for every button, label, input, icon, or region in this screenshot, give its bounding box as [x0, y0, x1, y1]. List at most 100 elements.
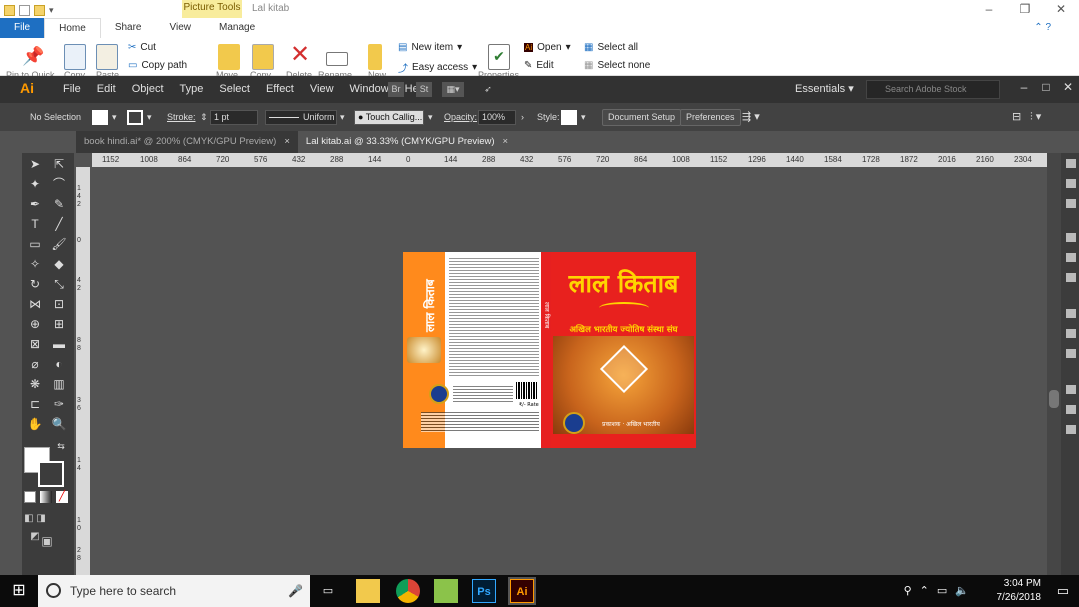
- edit-button[interactable]: ✎ Edit: [524, 60, 554, 71]
- menu-edit[interactable]: Edit: [89, 76, 124, 103]
- panel-toggle-icon[interactable]: ⊟: [1012, 103, 1021, 131]
- menu-file[interactable]: File: [55, 76, 89, 103]
- stock-icon[interactable]: St: [416, 82, 432, 97]
- tab-manage[interactable]: Manage: [205, 18, 269, 38]
- fill-dropdown-icon[interactable]: ▾: [112, 103, 117, 131]
- lasso-tool-icon[interactable]: ⌒: [48, 175, 70, 193]
- stroke-stepper-icon[interactable]: ⇕: [200, 103, 208, 131]
- artboard-book-cover[interactable]: लाल किताब ₹/- Rate लाल किताब लाल किताब अ…: [403, 252, 696, 448]
- new-folder-icon[interactable]: [34, 4, 45, 16]
- microphone-icon[interactable]: 🎤: [288, 575, 303, 607]
- people-icon[interactable]: ⚲: [904, 575, 912, 607]
- select-none-button[interactable]: ▦ Select none: [584, 60, 650, 71]
- color-panel-icon[interactable]: [1066, 159, 1076, 168]
- layers-panel-icon[interactable]: [1066, 405, 1076, 414]
- menu-type[interactable]: Type: [172, 76, 212, 103]
- ai-close-button[interactable]: ✕: [1057, 76, 1079, 98]
- curvature-tool-icon[interactable]: ✎: [48, 195, 70, 213]
- stroke-weight-input[interactable]: 1 pt: [210, 110, 258, 125]
- zoom-tool-icon[interactable]: 🔍: [48, 415, 70, 433]
- doc-tab-book-hindi[interactable]: book hindi.ai* @ 200% (CMYK/GPU Preview)…: [76, 131, 298, 153]
- volume-icon[interactable]: 🔈: [955, 575, 969, 607]
- magic-wand-tool-icon[interactable]: ✦: [24, 175, 46, 193]
- ai-maximize-button[interactable]: □: [1035, 76, 1057, 98]
- tab-home[interactable]: Home: [44, 18, 101, 38]
- symbol-sprayer-tool-icon[interactable]: ❋: [24, 375, 46, 393]
- easy-access-button[interactable]: ⤴ Easy access ▾: [398, 60, 477, 75]
- links-panel-icon[interactable]: [1066, 425, 1076, 434]
- menu-effect[interactable]: Effect: [258, 76, 302, 103]
- notepad-icon[interactable]: [434, 579, 458, 603]
- color-guide-icon[interactable]: [1066, 179, 1076, 188]
- new-item-button[interactable]: ▤ New item ▾: [398, 42, 462, 53]
- none-mode-icon[interactable]: ╱: [56, 491, 68, 503]
- open-button[interactable]: Ai Open ▾: [524, 42, 571, 53]
- chrome-icon[interactable]: [396, 579, 420, 603]
- symbols-panel-icon[interactable]: [1066, 253, 1076, 262]
- graphic-styles-icon[interactable]: [1066, 273, 1076, 282]
- stroke-dropdown-icon[interactable]: ▾: [147, 103, 152, 131]
- pen-tool-icon[interactable]: ✒: [24, 195, 46, 213]
- pin-icon[interactable]: 📌: [22, 46, 44, 72]
- swap-fill-stroke-icon[interactable]: ⇆: [50, 437, 72, 455]
- paintbrush-tool-icon[interactable]: 🖌: [48, 235, 70, 253]
- stock-search-input[interactable]: Search Adobe Stock: [866, 80, 1000, 99]
- menu-select[interactable]: Select: [211, 76, 258, 103]
- shape-builder-tool-icon[interactable]: ⊕: [24, 315, 46, 333]
- gpu-performance-icon[interactable]: ➶: [480, 82, 496, 97]
- column-graph-tool-icon[interactable]: ▥: [48, 375, 70, 393]
- copy-icon[interactable]: [64, 44, 86, 70]
- system-clock[interactable]: 3:04 PM 7/26/2018: [997, 577, 1042, 605]
- bridge-icon[interactable]: Br: [388, 82, 404, 97]
- slice-tool-icon[interactable]: ✑: [48, 395, 70, 413]
- scrollbar-thumb[interactable]: [1049, 390, 1059, 408]
- menu-view[interactable]: View: [302, 76, 342, 103]
- panel-menu-icon[interactable]: ⫶ ▾: [1030, 103, 1041, 131]
- photoshop-icon[interactable]: Ps: [472, 579, 496, 603]
- free-transform-tool-icon[interactable]: ⊡: [48, 295, 70, 313]
- scale-tool-icon[interactable]: ⤡: [48, 275, 70, 293]
- vertical-scrollbar[interactable]: [1047, 153, 1061, 575]
- help-icon[interactable]: ⌃ ?: [1034, 22, 1051, 33]
- illustrator-taskbar-icon[interactable]: Ai: [508, 577, 536, 605]
- copy-path-button[interactable]: ▭ Copy path: [128, 60, 187, 71]
- screen-mode-icon[interactable]: ▣: [36, 532, 58, 550]
- eyedropper-tool-icon[interactable]: ⌀: [24, 355, 46, 373]
- new-folder-large-icon[interactable]: [368, 44, 382, 70]
- file-explorer-icon[interactable]: [356, 579, 380, 603]
- close-button[interactable]: ✕: [1043, 0, 1079, 18]
- rename-icon[interactable]: [326, 52, 348, 66]
- hand-tool-icon[interactable]: ✋: [24, 415, 46, 433]
- close-icon[interactable]: ×: [503, 136, 509, 147]
- selection-tool-icon[interactable]: ➤: [24, 155, 46, 173]
- stroke-swatch[interactable]: [127, 110, 143, 125]
- cut-button[interactable]: ✂ Cut: [128, 42, 156, 53]
- opacity-input[interactable]: 100%: [478, 110, 516, 125]
- type-tool-icon[interactable]: T: [24, 215, 46, 233]
- delete-icon[interactable]: ✕: [290, 42, 312, 68]
- rectangle-tool-icon[interactable]: ▭: [24, 235, 46, 253]
- line-tool-icon[interactable]: ╱: [48, 215, 70, 233]
- artboard-tool-icon[interactable]: ⊏: [24, 395, 46, 413]
- tab-share[interactable]: Share: [101, 18, 156, 38]
- brush-select[interactable]: ● Touch Callig...: [354, 110, 424, 125]
- menu-object[interactable]: Object: [124, 76, 172, 103]
- perspective-grid-tool-icon[interactable]: ⊞: [48, 315, 70, 333]
- stroke-color-box[interactable]: [38, 461, 64, 487]
- stroke-panel-icon[interactable]: [1066, 349, 1076, 358]
- style-swatch[interactable]: [561, 110, 577, 125]
- gradient-mode-icon[interactable]: [40, 491, 52, 503]
- properties-icon[interactable]: [19, 4, 30, 16]
- folder-icon[interactable]: [4, 4, 15, 16]
- tray-chevron-icon[interactable]: ⌃: [920, 575, 929, 607]
- copy-to-icon[interactable]: [252, 44, 274, 70]
- blend-tool-icon[interactable]: ◐: [48, 355, 70, 373]
- gradient-tool-icon[interactable]: ▬: [48, 335, 70, 353]
- workspace-switcher[interactable]: Essentials ▾: [795, 76, 854, 103]
- close-icon[interactable]: ×: [284, 136, 290, 147]
- paste-icon[interactable]: [96, 44, 118, 70]
- drawing-modes-icon[interactable]: ◧ ◨ ◩: [24, 510, 46, 542]
- properties-large-icon[interactable]: ✔: [488, 44, 510, 70]
- style-dropdown-icon[interactable]: ▾: [581, 103, 586, 131]
- arrange-documents-icon[interactable]: ▦▾: [442, 82, 464, 97]
